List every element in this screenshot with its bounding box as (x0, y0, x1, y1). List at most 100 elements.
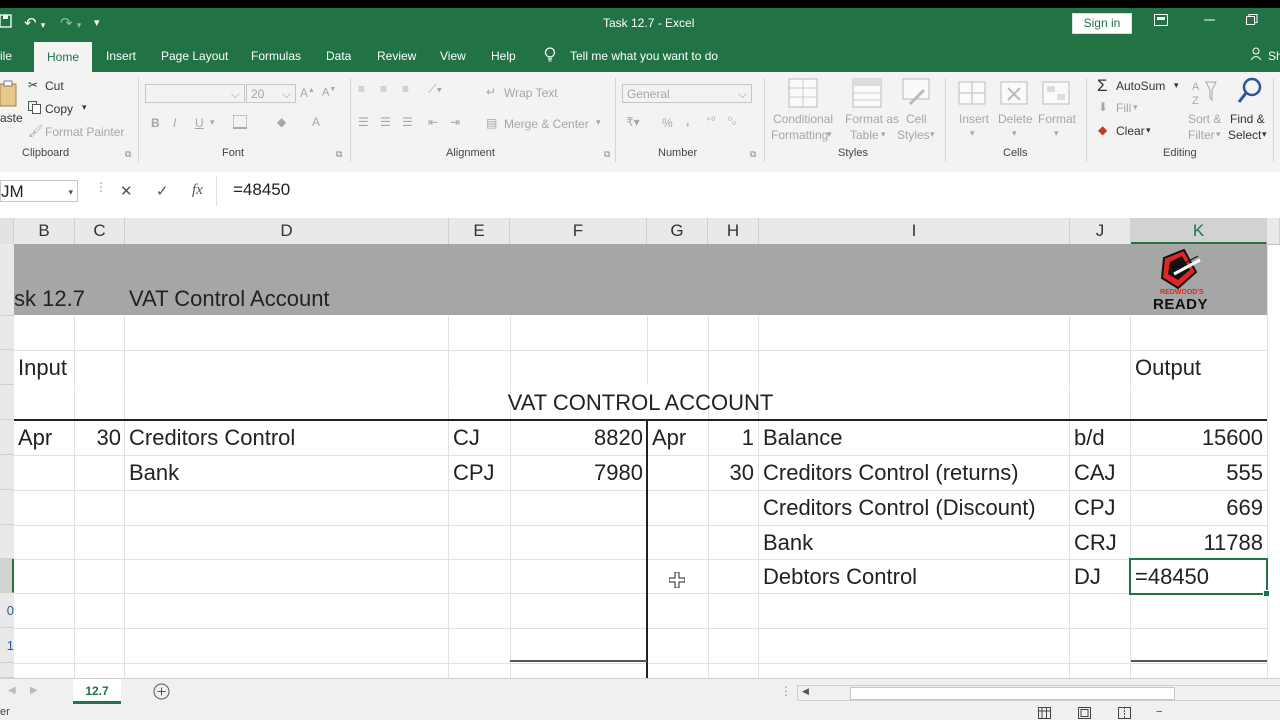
credit-folio[interactable]: b/d (1074, 425, 1105, 451)
tell-me-search[interactable]: Tell me what you want to do (570, 49, 718, 63)
wrap-text-button[interactable]: Wrap Text (504, 86, 558, 100)
merge-center-icon[interactable]: ▤ (486, 116, 497, 130)
bold-button[interactable]: B (151, 116, 160, 130)
column-header-k[interactable]: K (1131, 218, 1267, 244)
decrease-decimal-icon[interactable]: ⁰₀ (728, 116, 736, 127)
merge-center-button[interactable]: Merge & Center (504, 117, 589, 131)
sort-filter-label-2[interactable]: Filter (1188, 128, 1215, 142)
delete-cells-icon[interactable] (1000, 78, 1030, 111)
italic-button[interactable]: I (173, 116, 176, 130)
column-header-f[interactable]: F (510, 218, 647, 244)
borders-icon[interactable] (233, 115, 247, 132)
tab-review[interactable]: Review (377, 49, 416, 63)
align-top-icon[interactable]: ≡ (358, 82, 365, 96)
search-icon[interactable] (1236, 76, 1264, 111)
cell-styles-label-2[interactable]: Styles (897, 128, 930, 142)
number-format-dropdown[interactable]: General ⌵ (622, 84, 752, 103)
tab-insert[interactable]: Insert (106, 49, 136, 63)
account-heading[interactable]: VAT CONTROL ACCOUNT (14, 390, 1267, 416)
credit-details[interactable]: Creditors Control (returns) (763, 460, 1019, 486)
debit-details[interactable]: Bank (129, 460, 179, 486)
tab-split-handle-icon[interactable]: ⋮ (780, 684, 792, 698)
format-painter-icon[interactable]: 🖌 (28, 124, 43, 138)
insert-cells-icon[interactable] (958, 78, 988, 111)
shrink-font-icon[interactable]: A▼ (322, 86, 336, 99)
align-center-icon[interactable]: ☰ (380, 115, 391, 129)
format-cells-button[interactable]: Format (1038, 112, 1076, 126)
paste-icon[interactable] (0, 80, 18, 111)
task-label[interactable]: sk 12.7 (14, 286, 85, 312)
column-header-h[interactable]: H (708, 218, 759, 244)
merge-dropdown-icon[interactable]: ▾ (596, 117, 601, 128)
cancel-entry-icon[interactable]: ✕ (120, 182, 133, 200)
row-header[interactable] (0, 316, 14, 350)
copy-button[interactable]: Copy (45, 102, 73, 116)
tab-page-layout[interactable]: Page Layout (161, 49, 228, 63)
task-title[interactable]: VAT Control Account (129, 286, 330, 312)
format-painter-button[interactable]: Format Painter (45, 125, 124, 139)
debit-day[interactable]: 30 (75, 425, 121, 451)
column-header-d[interactable]: D (125, 218, 449, 244)
credit-details[interactable]: Balance (763, 425, 843, 451)
align-middle-icon[interactable]: ≡ (380, 82, 387, 96)
tab-data[interactable]: Data (326, 49, 351, 63)
align-bottom-icon[interactable]: ≡ (402, 82, 409, 96)
column-header-c[interactable]: C (75, 218, 125, 244)
scroll-prev-sheet-icon[interactable]: ◀ (8, 685, 16, 696)
percent-button[interactable]: % (662, 116, 673, 130)
scroll-next-sheet-icon[interactable]: ▶ (30, 685, 38, 696)
column-header-b[interactable]: B (14, 218, 75, 244)
font-color-icon[interactable]: A (312, 115, 320, 129)
increase-indent-icon[interactable]: ⇥ (450, 115, 460, 129)
debit-folio[interactable]: CPJ (453, 460, 495, 486)
undo-icon[interactable]: ↶ ▾ (24, 14, 45, 32)
format-as-table-icon[interactable] (852, 78, 882, 111)
credit-folio[interactable]: CRJ (1074, 530, 1117, 556)
orientation-icon[interactable]: ⟋▾ (428, 82, 442, 97)
cut-icon[interactable]: ✂ (28, 78, 38, 92)
sort-filter-icon[interactable]: AZ (1192, 78, 1218, 111)
tab-view[interactable]: View (440, 49, 466, 63)
decrease-indent-icon[interactable]: ⇤ (428, 115, 438, 129)
tab-help[interactable]: Help (491, 49, 516, 63)
conditional-formatting-label-2[interactable]: Formatting (771, 128, 828, 142)
row-header[interactable] (0, 244, 14, 316)
comma-button[interactable]: , (686, 114, 689, 128)
paste-label[interactable]: aste (0, 111, 23, 125)
debit-amount[interactable]: 8820 (510, 425, 643, 451)
font-name-dropdown[interactable]: ⌵ (145, 84, 245, 103)
fill-icon[interactable]: ⬇ (1098, 100, 1108, 114)
autosum-button[interactable]: AutoSum (1116, 79, 1165, 93)
row-header[interactable] (0, 490, 14, 525)
font-launcher-icon[interactable]: ⧉ (336, 149, 342, 160)
debit-folio[interactable]: CJ (453, 425, 480, 451)
row-header-selected[interactable] (0, 559, 14, 593)
credit-folio[interactable]: CAJ (1074, 460, 1116, 486)
restore-icon[interactable] (1246, 14, 1258, 29)
debit-month[interactable]: Apr (18, 425, 52, 451)
column-header-e[interactable]: E (449, 218, 510, 244)
row-header[interactable]: 1 (0, 628, 14, 663)
increase-decimal-icon[interactable]: ⁺⁰ (706, 116, 715, 127)
add-sheet-icon[interactable] (153, 683, 170, 705)
column-header-g[interactable]: G (647, 218, 708, 244)
fill-handle[interactable] (1263, 590, 1270, 597)
insert-cells-button[interactable]: Insert (959, 112, 989, 126)
share-icon[interactable] (1250, 47, 1264, 64)
sheet-tab-12-7[interactable]: 12.7 (73, 679, 121, 704)
autosum-icon[interactable]: Σ (1097, 76, 1108, 96)
format-as-table-label-2[interactable]: Table (850, 128, 879, 142)
ribbon-display-icon[interactable] (1154, 14, 1168, 29)
credit-folio[interactable]: CPJ (1074, 495, 1116, 521)
formula-input[interactable]: =48450 (233, 180, 290, 200)
conditional-formatting-icon[interactable] (788, 78, 818, 111)
credit-folio[interactable]: DJ (1074, 564, 1101, 590)
credit-details[interactable]: Debtors Control (763, 564, 917, 590)
insert-function-icon[interactable]: fx (192, 182, 203, 199)
tab-file[interactable]: ile (0, 49, 12, 63)
row-header[interactable]: 0 (0, 593, 14, 628)
horizontal-scrollbar[interactable]: ◀ (797, 685, 1280, 701)
active-cell[interactable]: =48450 (1129, 558, 1270, 597)
scrollbar-thumb[interactable] (850, 687, 1175, 700)
eraser-icon[interactable]: ◆ (1098, 123, 1107, 137)
